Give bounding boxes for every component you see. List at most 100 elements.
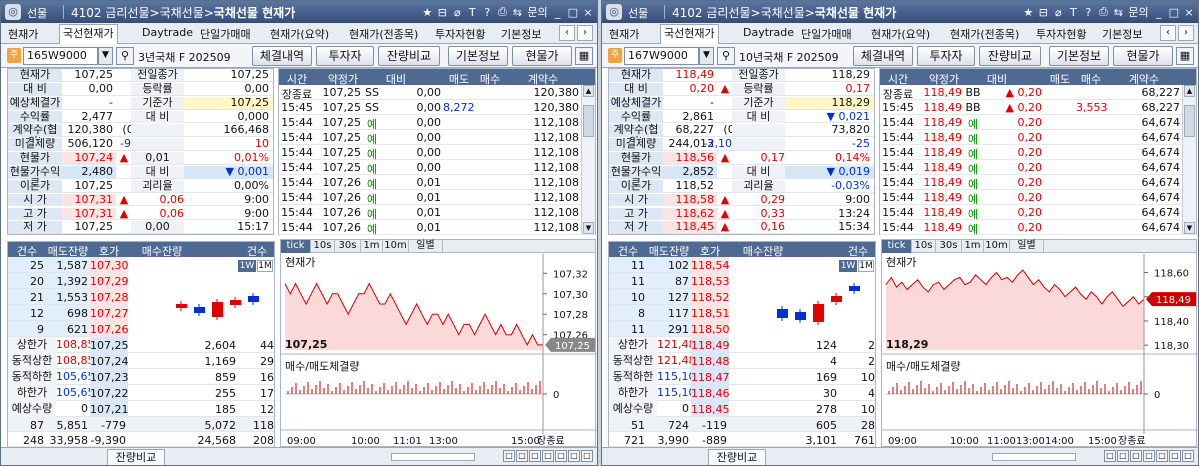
- mini-tab-1m[interactable]: 1M: [858, 260, 874, 272]
- chart-tab-tick[interactable]: tick: [882, 240, 912, 253]
- minimize-button[interactable]: _: [553, 6, 563, 19]
- search-icon[interactable]: ⚲: [116, 47, 134, 65]
- pen-icon[interactable]: □: [1143, 450, 1155, 462]
- settings-icon[interactable]: □: [1182, 450, 1194, 462]
- minimize-button[interactable]: _: [1154, 6, 1164, 19]
- ask-row[interactable]: 20 1,392 107,29: [8, 273, 129, 289]
- scrollbar[interactable]: ▲ ▼: [581, 85, 595, 234]
- scroll-up-icon[interactable]: ▲: [583, 85, 594, 97]
- bid-row[interactable]: 하한가 105,65 107,22 255 17: [8, 385, 274, 401]
- text-icon[interactable]: T: [467, 6, 477, 19]
- bid-row[interactable]: 동적하한 115,10 118,47 169 10: [609, 369, 875, 385]
- settings-icon[interactable]: □: [581, 450, 593, 462]
- scrollbar[interactable]: ▲ ▼: [1182, 85, 1196, 234]
- tab-2[interactable]: Daytrade: [139, 26, 196, 39]
- balance-compare-button[interactable]: 잔량비교: [979, 46, 1041, 66]
- balance-compare-label[interactable]: 잔량비교: [708, 449, 766, 465]
- tab-5[interactable]: 현재가(전종목): [947, 26, 1022, 42]
- chart-tab-10s[interactable]: 10s: [912, 240, 936, 253]
- chart-tab-10s[interactable]: 10s: [311, 240, 335, 253]
- favorite-star-icon[interactable]: ★: [1023, 6, 1033, 19]
- chart-tab-30s[interactable]: 30s: [335, 240, 361, 253]
- balance-compare-button[interactable]: 잔량비교: [378, 46, 440, 66]
- tab-3[interactable]: 단일가매매: [798, 26, 855, 42]
- chart-tab-tick[interactable]: tick: [281, 240, 311, 253]
- close-button[interactable]: ×: [1184, 6, 1194, 19]
- spot-price-button[interactable]: 현물가: [1113, 46, 1173, 66]
- search-icon[interactable]: ⚲: [717, 47, 735, 65]
- tab-7[interactable]: 기본정보: [498, 26, 544, 42]
- tab-6[interactable]: 투자자현황: [432, 26, 489, 42]
- chevron-down-icon[interactable]: ▼: [699, 47, 714, 65]
- swap-icon[interactable]: ⇆: [1113, 6, 1123, 19]
- tab-4[interactable]: 현재가(요약): [868, 26, 933, 42]
- order-badge[interactable]: 주: [7, 48, 21, 63]
- maximize-button[interactable]: □: [1169, 6, 1179, 19]
- tab-next-icon[interactable]: ›: [1178, 25, 1194, 41]
- bid-row[interactable]: 하한가 115,10 118,46 30 4: [609, 385, 875, 401]
- trades-button[interactable]: 체결내역: [853, 46, 913, 66]
- bid-row[interactable]: 동적상한 121,48 118,48 4 2: [609, 353, 875, 369]
- bid-row[interactable]: 예상수량 0 118,45 278 10: [609, 401, 875, 417]
- mini-tab-1w[interactable]: 1W: [238, 260, 256, 272]
- tab-5[interactable]: 현재가(전종목): [346, 26, 421, 42]
- product-code-input[interactable]: 165W9000: [23, 47, 98, 65]
- pointer-icon[interactable]: □: [516, 450, 528, 462]
- tab-prev-icon[interactable]: ‹: [1160, 25, 1176, 41]
- inquiry-button[interactable]: 문의: [527, 4, 547, 20]
- fit-icon[interactable]: □: [568, 450, 580, 462]
- bid-row[interactable]: 동적하한 105,65 107,23 859 16: [8, 369, 274, 385]
- maximize-button[interactable]: □: [568, 6, 578, 19]
- print-icon[interactable]: ⎙: [1098, 5, 1108, 19]
- mini-tab-1w[interactable]: 1W: [839, 260, 857, 272]
- tab-prev-icon[interactable]: ‹: [559, 25, 575, 41]
- chart-tab-30s[interactable]: 30s: [936, 240, 962, 253]
- scroll-thumb[interactable]: [583, 105, 594, 137]
- grid-icon[interactable]: ▦: [1176, 47, 1194, 65]
- tab-1[interactable]: 국선현재가: [59, 24, 118, 44]
- pen-icon[interactable]: □: [542, 450, 554, 462]
- bid-row[interactable]: 상한가 121,48 118,49 124 2: [609, 337, 875, 353]
- expand-icon[interactable]: □: [555, 450, 567, 462]
- ask-row[interactable]: 25 1,587 107,30: [8, 257, 129, 273]
- close-button[interactable]: ×: [583, 6, 593, 19]
- tab-0[interactable]: 현재가: [5, 26, 41, 42]
- ask-row[interactable]: 11 291 118,50: [609, 321, 730, 337]
- layout-icon[interactable]: ⊟: [1038, 6, 1048, 19]
- chart-tab-1m[interactable]: 1m: [962, 240, 984, 253]
- tab-2[interactable]: Daytrade: [740, 26, 797, 39]
- bid-row[interactable]: 동적상한 108,85 107,24 1,169 29: [8, 353, 274, 369]
- inquiry-button[interactable]: 문의: [1128, 4, 1148, 20]
- trades-button[interactable]: 체결내역: [252, 46, 312, 66]
- ask-row[interactable]: 12 698 107,27: [8, 305, 129, 321]
- ask-row[interactable]: 21 1,553 107,28: [8, 289, 129, 305]
- pointer-icon[interactable]: □: [1117, 450, 1129, 462]
- expand-icon[interactable]: □: [1156, 450, 1168, 462]
- scroll-down-icon[interactable]: ▼: [1184, 222, 1195, 234]
- spot-price-button[interactable]: 현물가: [512, 46, 572, 66]
- basic-info-button[interactable]: 기본정보: [448, 46, 508, 66]
- table-icon[interactable]: □: [1104, 450, 1116, 462]
- product-code-input[interactable]: 167W9000: [624, 47, 699, 65]
- ask-row[interactable]: 11 87 118,53: [609, 273, 730, 289]
- swap-icon[interactable]: ⇆: [512, 6, 522, 19]
- tab-0[interactable]: 현재가: [606, 26, 642, 42]
- tab-next-icon[interactable]: ›: [577, 25, 593, 41]
- bid-row[interactable]: 상한가 108,85 107,25 2,604 44: [8, 337, 274, 353]
- scroll-thumb[interactable]: [1184, 105, 1195, 137]
- grid-icon[interactable]: ▦: [575, 47, 593, 65]
- chart-tab-일별[interactable]: 일별: [1010, 240, 1044, 253]
- layout-icon[interactable]: ⊟: [437, 6, 447, 19]
- tab-3[interactable]: 단일가매매: [197, 26, 254, 42]
- table-icon[interactable]: □: [503, 450, 515, 462]
- scroll-down-icon[interactable]: ▼: [583, 222, 594, 234]
- chart-tab-10m[interactable]: 10m: [984, 240, 1010, 253]
- ask-row[interactable]: 9 621 107,26: [8, 321, 129, 337]
- help-icon[interactable]: ?: [482, 6, 492, 19]
- print-icon[interactable]: □: [529, 450, 541, 462]
- chevron-down-icon[interactable]: ▼: [98, 47, 113, 65]
- chart-tab-10m[interactable]: 10m: [383, 240, 409, 253]
- chart-tab-일별[interactable]: 일별: [409, 240, 443, 253]
- print-icon[interactable]: ⎙: [497, 5, 507, 19]
- print-icon[interactable]: □: [1130, 450, 1142, 462]
